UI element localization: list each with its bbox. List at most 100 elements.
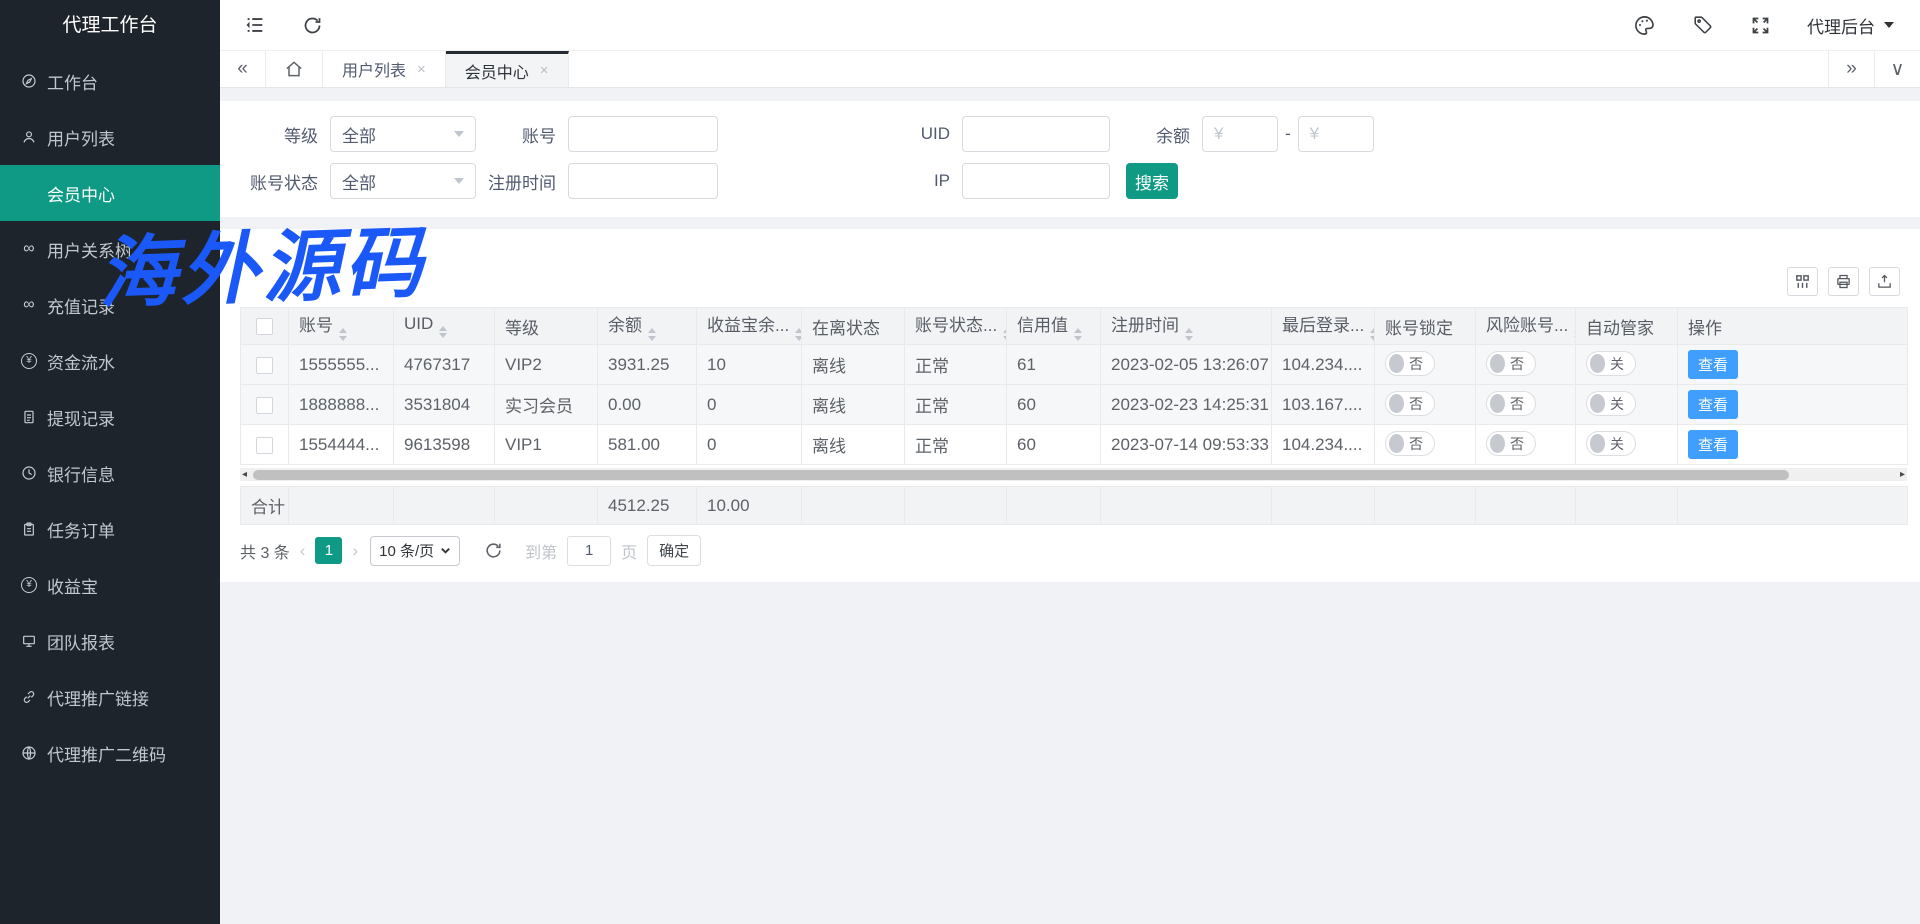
cell-account-status: 正常: [905, 425, 1007, 465]
balance-max-input[interactable]: [1298, 116, 1374, 152]
tab-member-center[interactable]: 会员中心 ×: [446, 51, 569, 87]
tabs-scroll-left-button[interactable]: «: [220, 51, 266, 87]
next-page-button[interactable]: ›: [352, 541, 358, 561]
goto-page-input[interactable]: [567, 536, 611, 566]
cell-yeb-balance: 0: [697, 425, 802, 465]
sidebar-item-member-center[interactable]: 会员中心: [0, 165, 220, 221]
scroll-left-icon[interactable]: ◂: [242, 468, 247, 481]
theme-button[interactable]: [1633, 14, 1656, 37]
select-all-checkbox[interactable]: [256, 318, 273, 335]
yuan-circle-icon: ¥: [21, 577, 37, 593]
column-settings-button[interactable]: [1787, 267, 1818, 296]
user-menu[interactable]: 代理后台: [1807, 13, 1894, 38]
tag-button[interactable]: [1692, 14, 1714, 36]
column-settings-icon: [1794, 273, 1811, 290]
sort-icon[interactable]: [795, 328, 801, 341]
tab-home[interactable]: [266, 51, 323, 87]
tab-label: 用户列表: [342, 57, 406, 81]
risk-toggle[interactable]: 否: [1486, 431, 1536, 456]
export-icon: [1876, 273, 1893, 290]
tab-user-list[interactable]: 用户列表 ×: [323, 51, 446, 87]
scrollbar-thumb[interactable]: [253, 470, 1789, 480]
sidebar-item-workbench[interactable]: 工作台: [0, 53, 220, 109]
header-account-status[interactable]: 账号状态...: [905, 308, 1007, 345]
header-level: 等级: [495, 308, 598, 345]
level-select[interactable]: 全部: [330, 116, 476, 152]
sort-icon[interactable]: [1185, 328, 1193, 341]
risk-toggle[interactable]: 否: [1486, 391, 1536, 416]
sort-icon[interactable]: [339, 328, 347, 341]
refresh-page-button[interactable]: [302, 15, 323, 36]
header-yeb-balance[interactable]: 收益宝余...: [697, 308, 802, 345]
prev-page-button[interactable]: ‹: [300, 541, 306, 561]
sidebar-item-recharge-records[interactable]: ∞ 充值记录: [0, 277, 220, 333]
header-account[interactable]: 账号: [289, 308, 394, 345]
view-button[interactable]: 查看: [1688, 430, 1738, 459]
print-button[interactable]: [1828, 267, 1859, 296]
reload-table-button[interactable]: [484, 541, 503, 560]
collapse-sidebar-button[interactable]: [244, 14, 266, 36]
auto-butler-toggle[interactable]: 关: [1586, 431, 1636, 456]
header-reg-time[interactable]: 注册时间: [1101, 308, 1272, 345]
sort-icon[interactable]: [1074, 328, 1082, 341]
locked-toggle[interactable]: 否: [1385, 391, 1435, 416]
tabs-more-button[interactable]: ∨: [1874, 51, 1920, 87]
ip-input[interactable]: [962, 163, 1110, 199]
summary-row: 合计 4512.25 10.00: [241, 487, 1908, 525]
sidebar-item-relation-tree[interactable]: ∞ 用户关系树: [0, 221, 220, 277]
fullscreen-button[interactable]: [1750, 15, 1771, 36]
auto-butler-toggle[interactable]: 关: [1586, 391, 1636, 416]
header-uid[interactable]: UID: [394, 308, 495, 345]
goto-confirm-button[interactable]: 确定: [647, 535, 701, 566]
sidebar-item-task-orders[interactable]: 任务订单: [0, 501, 220, 557]
cell-credit: 60: [1007, 425, 1101, 465]
tabs-scroll-right-button[interactable]: »: [1828, 51, 1874, 87]
sidebar-item-promo-qrcode[interactable]: 代理推广二维码: [0, 725, 220, 781]
sidebar-item-user-list[interactable]: 用户列表: [0, 109, 220, 165]
sort-icon[interactable]: [648, 328, 656, 341]
horizontal-scrollbar[interactable]: ◂ ▸: [240, 468, 1907, 481]
uid-input[interactable]: [962, 116, 1110, 152]
cell-balance: 0.00: [598, 385, 697, 425]
close-icon[interactable]: ×: [417, 61, 426, 78]
close-icon[interactable]: ×: [540, 62, 549, 79]
cell-yeb-balance: 10: [697, 345, 802, 385]
balance-min-input[interactable]: [1202, 116, 1278, 152]
header-credit[interactable]: 信用值: [1007, 308, 1101, 345]
sort-icon[interactable]: [1370, 328, 1374, 341]
locked-toggle[interactable]: 否: [1385, 431, 1435, 456]
row-checkbox[interactable]: [256, 357, 273, 374]
risk-toggle[interactable]: 否: [1486, 351, 1536, 376]
sidebar-item-team-report[interactable]: 团队报表: [0, 613, 220, 669]
header-actions: 操作: [1678, 308, 1908, 345]
view-button[interactable]: 查看: [1688, 350, 1738, 379]
account-status-select[interactable]: 全部: [330, 163, 476, 199]
page-1-button[interactable]: 1: [315, 537, 342, 564]
sidebar-item-withdraw-records[interactable]: 提现记录: [0, 389, 220, 445]
sidebar-item-promo-link[interactable]: 代理推广链接: [0, 669, 220, 725]
locked-toggle[interactable]: 否: [1385, 351, 1435, 376]
ip-label: IP: [718, 171, 950, 191]
sort-icon[interactable]: [439, 326, 447, 339]
table-header-row: 账号 UID 等级 余额 收益宝余... 在离状态 账号状态... 信用值 注册…: [241, 308, 1908, 345]
header-balance[interactable]: 余额: [598, 308, 697, 345]
search-button[interactable]: 搜索: [1126, 163, 1178, 199]
tabbar-spacer: [569, 51, 1828, 87]
row-checkbox[interactable]: [256, 437, 273, 454]
view-button[interactable]: 查看: [1688, 390, 1738, 419]
sidebar-item-yield-treasure[interactable]: ¥ 收益宝: [0, 557, 220, 613]
auto-butler-toggle[interactable]: 关: [1586, 351, 1636, 376]
cell-reg-time: 2023-07-14 09:53:33: [1101, 425, 1272, 465]
level-label: 等级: [230, 122, 318, 147]
sidebar-item-bank-info[interactable]: 银行信息: [0, 445, 220, 501]
scroll-right-icon[interactable]: ▸: [1900, 468, 1905, 481]
page-size-select[interactable]: 10 条/页: [370, 536, 460, 566]
regtime-input[interactable]: [568, 163, 718, 199]
sidebar-item-fund-flow[interactable]: ¥ 资金流水: [0, 333, 220, 389]
summary-cell: [394, 487, 495, 525]
export-button[interactable]: [1869, 267, 1900, 296]
account-input[interactable]: [568, 116, 718, 152]
header-last-login[interactable]: 最后登录...: [1272, 308, 1375, 345]
header-risk[interactable]: 风险账号...: [1476, 308, 1576, 345]
row-checkbox[interactable]: [256, 397, 273, 414]
